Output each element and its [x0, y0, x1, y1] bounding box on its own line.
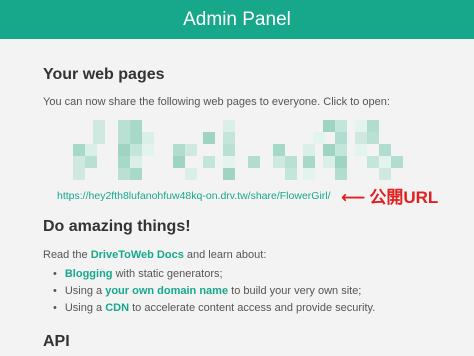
- docs-paragraph: Read the DriveToWeb Docs and learn about…: [43, 249, 266, 261]
- mosaic-block: [73, 144, 85, 156]
- mosaic-block: [223, 120, 235, 132]
- mosaic-block: [323, 144, 335, 156]
- mosaic-block: [379, 144, 391, 156]
- mosaic-block: [285, 156, 297, 168]
- blogging-link[interactable]: Blogging: [65, 268, 113, 280]
- mosaic-block: [130, 120, 142, 132]
- mosaic-block: [335, 120, 347, 132]
- cdn-link[interactable]: CDN: [105, 302, 129, 314]
- mosaic-block: [379, 168, 391, 180]
- mosaic-block: [130, 132, 142, 144]
- mosaic-block: [379, 156, 391, 168]
- mosaic-block: [118, 168, 130, 180]
- mosaic-block: [185, 168, 197, 180]
- amazing-heading: Do amazing things!: [43, 218, 191, 235]
- mosaic-block: [285, 168, 297, 180]
- mosaic-block: [323, 120, 335, 132]
- header-title: Admin Panel: [183, 9, 291, 30]
- mosaic-block: [73, 168, 85, 180]
- domain-link[interactable]: your own domain name: [105, 285, 228, 297]
- mosaic-block: [313, 132, 325, 144]
- mosaic-block: [85, 156, 97, 168]
- mosaic-block: [118, 132, 130, 144]
- list-item: Blogging with static generators;: [53, 268, 375, 285]
- mosaic-block: [118, 156, 130, 168]
- mosaic-block: [93, 132, 105, 144]
- public-url-annotation: ⟵ 公開URL: [341, 183, 438, 208]
- docs-prefix: Read the: [43, 249, 91, 261]
- mosaic-block: [335, 156, 347, 168]
- mosaic-block: [335, 144, 347, 156]
- mosaic-block: [335, 168, 347, 180]
- mosaic-block: [273, 144, 285, 156]
- mosaic-block: [367, 120, 379, 132]
- app-header: Admin Panel: [0, 0, 474, 39]
- list-item: Using a CDN to accelerate content access…: [53, 302, 375, 319]
- annotation-label: 公開URL: [369, 188, 439, 207]
- mosaic-block: [367, 132, 379, 144]
- mosaic-block: [303, 156, 315, 168]
- mosaic-block: [303, 144, 315, 156]
- mosaic-block: [248, 156, 260, 168]
- list-item: Using a your own domain name to build yo…: [53, 285, 375, 302]
- web-pages-intro: You can now share the following web page…: [43, 96, 390, 108]
- mosaic-block: [85, 144, 97, 156]
- mosaic-block: [367, 156, 379, 168]
- feature-list: Blogging with static generators; Using a…: [53, 268, 375, 319]
- shared-page-url-link[interactable]: https://hey2fth8lufanohfuw48kq-on.drv.tw…: [57, 190, 331, 202]
- mosaic-block: [173, 156, 185, 168]
- mosaic-block: [355, 120, 367, 132]
- mosaic-block: [118, 120, 130, 132]
- mosaic-block: [391, 156, 403, 168]
- mosaic-block: [335, 132, 347, 144]
- mosaic-block: [118, 144, 130, 156]
- pixelated-preview-image: [73, 118, 403, 188]
- mosaic-block: [355, 132, 367, 144]
- web-pages-heading: Your web pages: [43, 66, 165, 83]
- api-heading: API: [43, 333, 70, 350]
- mosaic-block: [185, 144, 197, 156]
- mosaic-block: [130, 156, 142, 168]
- mosaic-block: [203, 132, 215, 144]
- mosaic-block: [223, 156, 235, 168]
- mosaic-block: [223, 132, 235, 144]
- mosaic-block: [93, 120, 105, 132]
- mosaic-block: [203, 156, 215, 168]
- mosaic-block: [142, 132, 154, 144]
- mosaic-block: [173, 144, 185, 156]
- mosaic-block: [130, 144, 142, 156]
- mosaic-block: [142, 144, 154, 156]
- mosaic-block: [273, 156, 285, 168]
- mosaic-block: [130, 168, 142, 180]
- mosaic-block: [223, 168, 235, 180]
- mosaic-block: [355, 144, 367, 156]
- mosaic-block: [73, 156, 85, 168]
- mosaic-block: [223, 144, 235, 156]
- docs-suffix: and learn about:: [183, 249, 267, 261]
- left-arrow-icon: ⟵: [341, 188, 366, 207]
- mosaic-block: [303, 168, 315, 180]
- mosaic-block: [323, 156, 335, 168]
- docs-link[interactable]: DriveToWeb Docs: [91, 249, 184, 261]
